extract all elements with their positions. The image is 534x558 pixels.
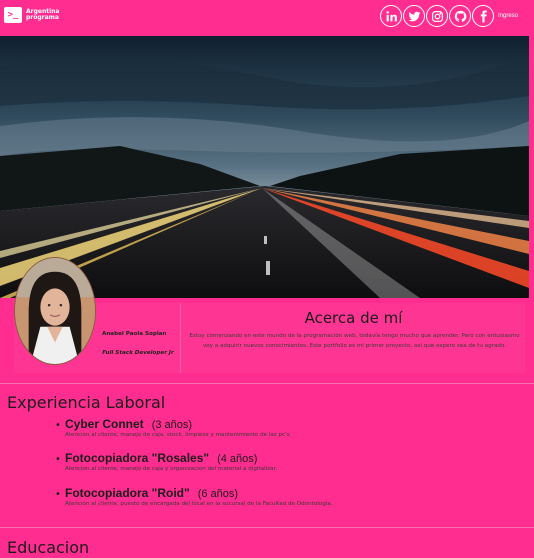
hero-banner-image bbox=[0, 36, 529, 298]
twitter-icon[interactable] bbox=[403, 5, 425, 27]
experience-item: • Cyber Connet (3 años) Atención al clie… bbox=[55, 417, 515, 438]
terminal-icon: >_ bbox=[4, 7, 22, 23]
about-text: Estoy comenzando en este mundo de la pro… bbox=[189, 333, 520, 349]
profile-name: Anabel Paola Soplan bbox=[102, 331, 167, 337]
navbar: >_ Argentina programa Ingreso bbox=[0, 0, 534, 34]
about-card: Acerca de mí Estoy comenzando en este mu… bbox=[180, 303, 525, 373]
experience-item-years: (3 años) bbox=[151, 419, 193, 431]
avatar bbox=[14, 257, 96, 365]
experience-item-description: Atención al cliente, puesto de encargada… bbox=[65, 501, 333, 507]
experience-item-years: (4 años) bbox=[217, 453, 258, 465]
brand-logo[interactable]: >_ Argentina programa bbox=[4, 7, 66, 23]
experience-item-title: Fotocopiadora "Rosales" bbox=[65, 451, 210, 465]
bullet-icon: • bbox=[55, 420, 61, 431]
experience-item-title: Fotocopiadora "Roid" bbox=[65, 486, 190, 500]
education-title: Educacion bbox=[7, 538, 90, 557]
section-divider bbox=[0, 383, 534, 384]
social-links bbox=[380, 5, 494, 27]
github-icon[interactable] bbox=[449, 5, 471, 27]
brand-text: Argentina programa bbox=[26, 8, 60, 21]
experience-item-title: Cyber Connet bbox=[65, 417, 144, 431]
instagram-icon[interactable] bbox=[426, 5, 448, 27]
login-link[interactable]: Ingreso bbox=[498, 13, 518, 19]
profile-role: Full Stack Developer Jr bbox=[102, 350, 174, 356]
experience-item-description: Atención al cliente, manejo de caja, sto… bbox=[65, 432, 292, 438]
experience-item-description: Atención al cliente, manejo de caja y or… bbox=[65, 466, 278, 472]
about-section: Anabel Paola Soplan Full Stack Developer… bbox=[14, 257, 525, 373]
profile-card: Anabel Paola Soplan Full Stack Developer… bbox=[14, 257, 174, 373]
bullet-icon: • bbox=[55, 454, 61, 465]
facebook-icon[interactable] bbox=[472, 5, 494, 27]
linkedin-icon[interactable] bbox=[380, 5, 402, 27]
experience-title: Experiencia Laboral bbox=[7, 393, 166, 412]
section-divider bbox=[0, 527, 534, 528]
experience-item: • Fotocopiadora "Rosales" (4 años) Atenc… bbox=[55, 451, 515, 472]
experience-item: • Fotocopiadora "Roid" (6 años) Atención… bbox=[55, 486, 515, 507]
experience-item-years: (6 años) bbox=[197, 488, 239, 500]
bullet-icon: • bbox=[55, 489, 61, 500]
about-title: Acerca de mí bbox=[304, 309, 403, 327]
